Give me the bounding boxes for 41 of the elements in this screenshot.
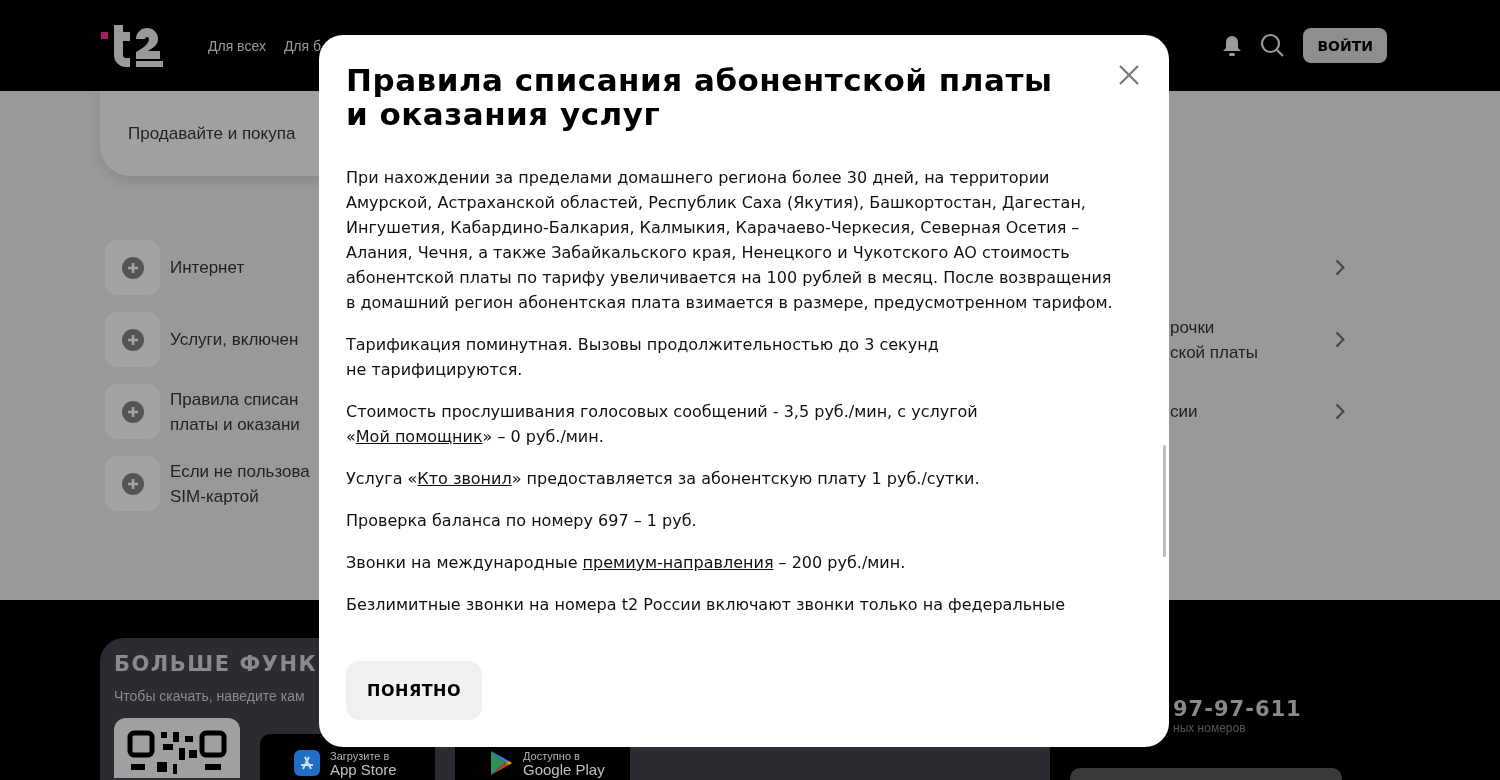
paragraph: Проверка баланса по номеру 697 – 1 руб. (346, 510, 698, 532)
accordion-title: Услуги, включен (170, 329, 299, 351)
link-title: рочки ской платы (1170, 316, 1258, 364)
app-store-icon (294, 750, 320, 776)
expand-tile[interactable] (105, 240, 160, 295)
modal-title: Правила списания абонентской платы и оказания услуг (346, 63, 1054, 131)
expand-tile[interactable] (105, 456, 160, 511)
bell-icon[interactable] (1222, 34, 1243, 57)
paragraph: При нахождении за пределами домашнего региона более 30 дней, на территории Амурской, Астраханской областей, Республик Саха (Якутия), Башкортостан, Дагестан, Ингушетия, Кабардино-Балкария, Калмыкия, Карачаево-Черкесия, Северная Осетия – Алания, Чечня, а также Забайкальского края, Ненецкого и Чукотского АО стоимость абонентской платы по тарифу увеличивается на 100 рублей в месяц. После возвращения в домашний регион абонентская плата взимается в размере, предусмотренном тарифом. (346, 167, 1114, 314)
nav-link[interactable]: Для б (283, 37, 322, 54)
accordion-title: Интернет (170, 257, 245, 279)
paragraph: Тарификация поминутная. Вызовы продолжительностью до 3 секунд не тарифицируются. (346, 334, 940, 381)
phone-number[interactable]: 97-97-611 (1173, 697, 1302, 721)
paragraph: Стоимость прослушивания голосовых сообщений - 3,5 руб./мин, с услугой «Мой помощник» – 0 руб./мин. (346, 401, 979, 448)
play-store-icon (489, 750, 513, 776)
promo-title: БОЛЬШЕ ФУНК (114, 652, 319, 676)
plus-icon (121, 400, 144, 423)
link[interactable]: премиум-направления (582, 553, 774, 572)
link-title: сии (1170, 401, 1198, 423)
nav-link[interactable]: Для всех (208, 37, 266, 54)
link[interactable]: Мой помощник (355, 427, 483, 446)
plus-icon (121, 328, 144, 351)
close-button[interactable] (1117, 63, 1141, 87)
search-icon[interactable] (1260, 33, 1286, 58)
expand-tile[interactable] (105, 384, 160, 439)
logo[interactable] (100, 22, 164, 69)
scrollbar-thumb[interactable] (1163, 445, 1166, 557)
paragraph: Безлимитные звонки на номера t2 России включают звонки только на федеральные (346, 594, 1066, 616)
link[interactable]: Кто звонил (417, 469, 512, 488)
paragraph: Звонки на международные премиум-направления – 200 руб./мин. (346, 552, 907, 574)
accordion-title: Если не пользова SIM-картой (170, 460, 310, 508)
phone-note: ных номеров (1173, 721, 1247, 735)
login-button[interactable]: ВОЙТИ (1303, 28, 1387, 63)
plus-icon (121, 472, 144, 495)
promo-subtitle: Чтобы скачать, наведите кам (114, 688, 305, 704)
plus-icon (121, 256, 144, 279)
ok-button[interactable]: ПОНЯТНО (346, 661, 483, 720)
expand-tile[interactable] (105, 312, 160, 367)
paragraph: Услуга «Кто звонил» предоставляется за абонентскую плату 1 руб./сутки. (346, 468, 981, 490)
promo-text: Продавайте и покупа (128, 123, 296, 144)
accordion-title: Правила списан платы и оказани (170, 388, 300, 436)
